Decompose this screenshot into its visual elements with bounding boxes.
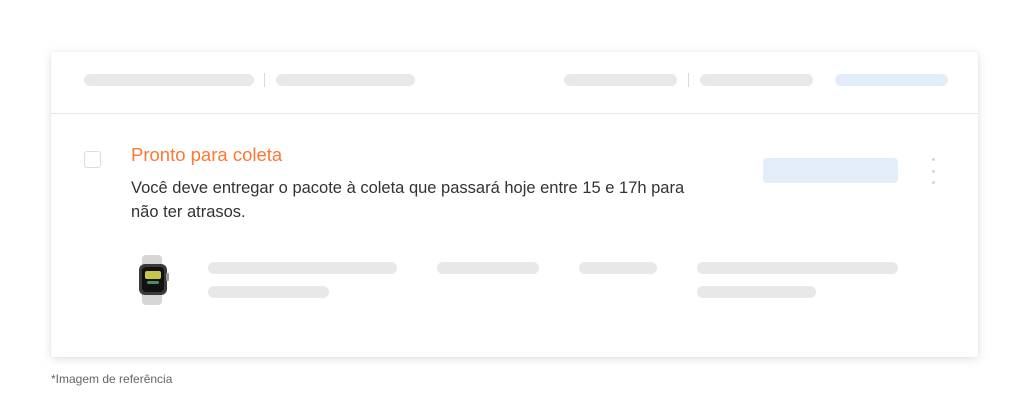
primary-action-button[interactable] [763, 158, 898, 183]
select-order-checkbox[interactable] [84, 151, 101, 168]
kebab-menu-icon[interactable] [927, 158, 939, 184]
header-divider [688, 73, 689, 87]
header-divider [264, 73, 265, 87]
product-subtitle-placeholder [208, 286, 329, 298]
buyer-detail-placeholder [697, 286, 816, 298]
status-title: Pronto para coleta [131, 144, 283, 165]
footnote: *Imagem de referência [51, 372, 173, 386]
smartwatch-icon [139, 255, 169, 305]
status-description: Você deve entregar o pacote à coleta que… [131, 179, 685, 221]
product-quantity-placeholder [579, 262, 657, 274]
header-link-placeholder[interactable] [835, 74, 948, 86]
order-card: Pronto para coleta Você deve entregar o … [51, 52, 978, 357]
buyer-name-placeholder [697, 262, 898, 274]
product-title-placeholder [208, 262, 397, 274]
header-placeholder-4 [700, 74, 813, 86]
header-placeholder-2 [276, 74, 415, 86]
header-placeholder-3 [564, 74, 677, 86]
product-price-placeholder [437, 262, 539, 274]
header-placeholder-1 [84, 74, 254, 86]
card-header [51, 52, 978, 114]
